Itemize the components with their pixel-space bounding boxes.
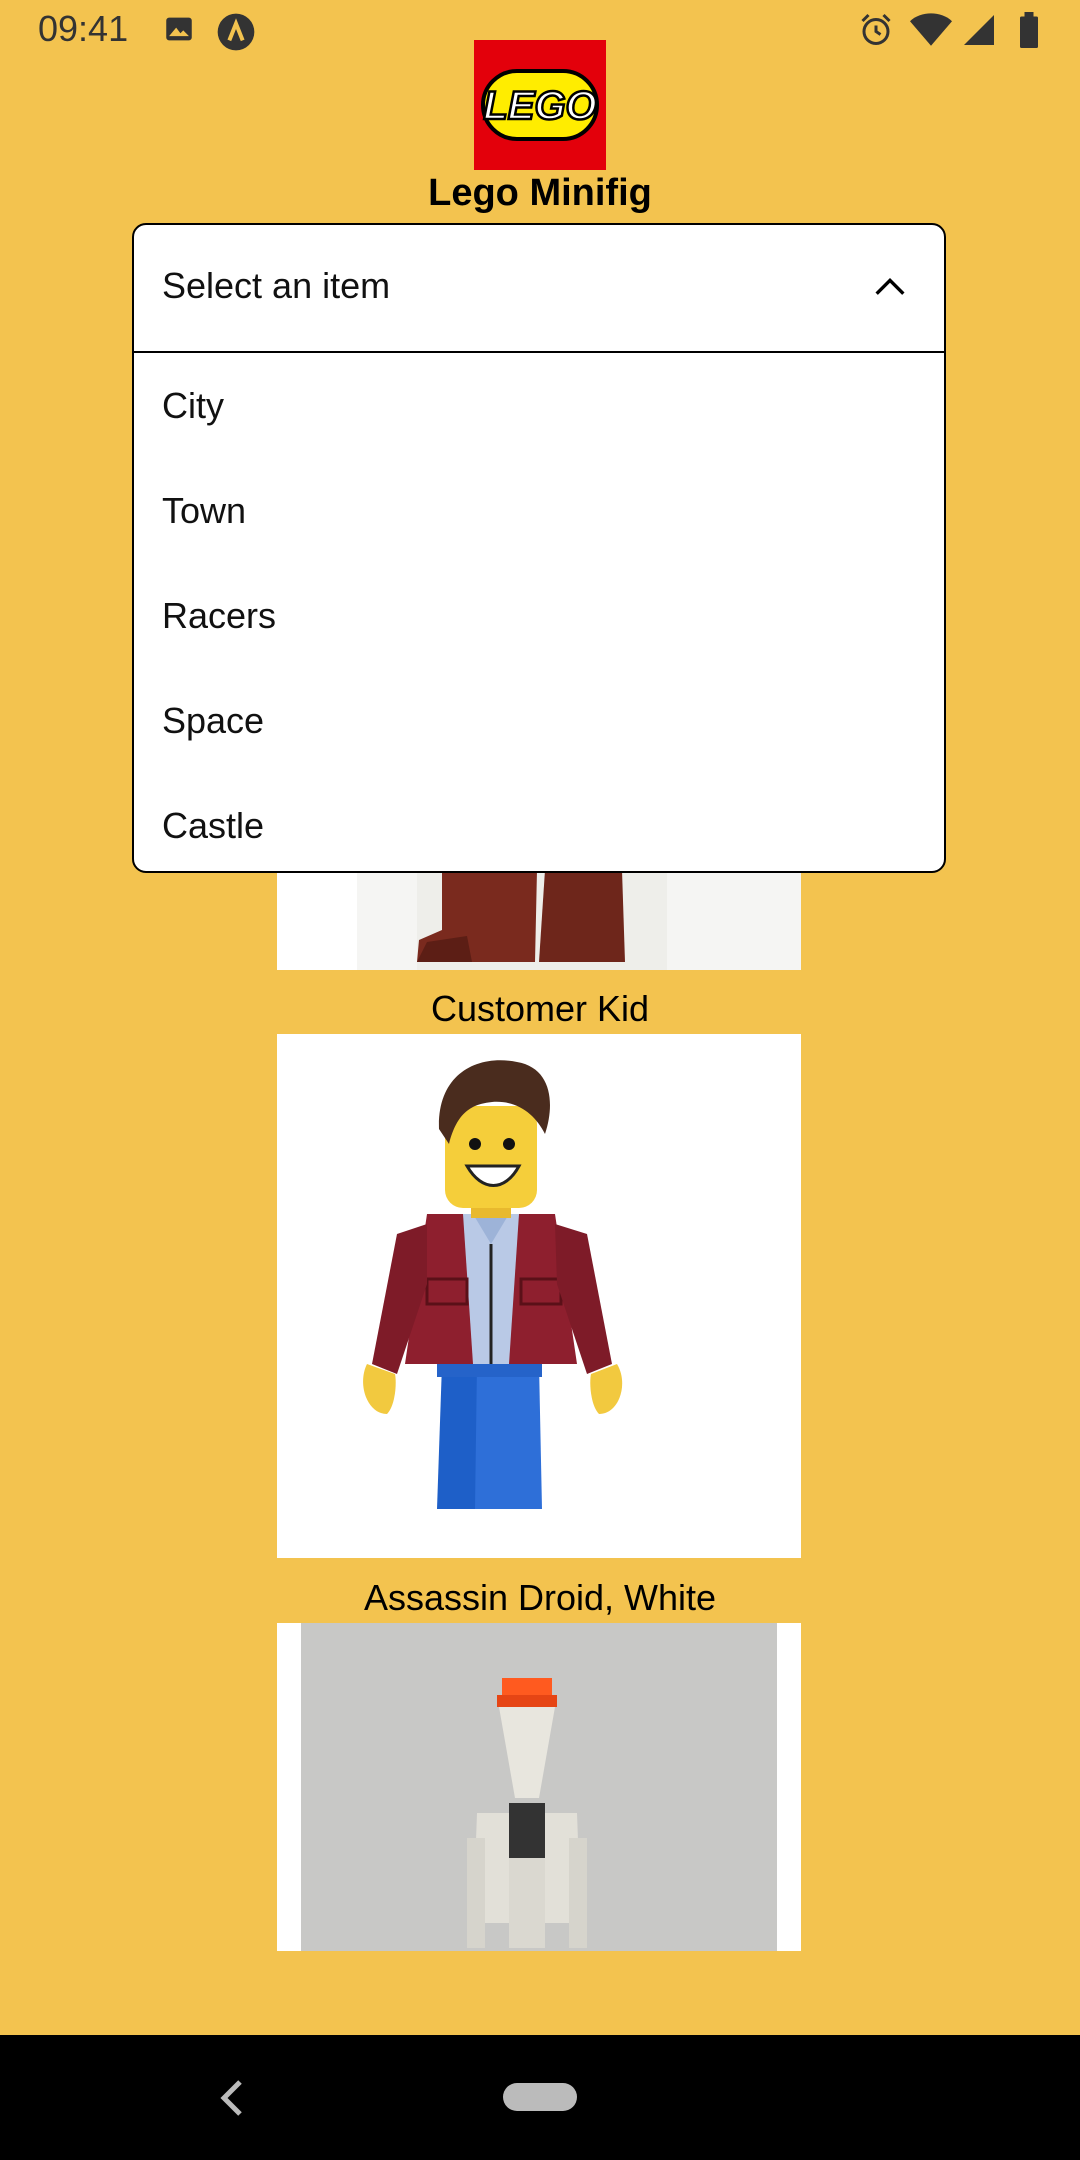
wifi-icon (910, 12, 952, 53)
dropdown-selected-value: Select an item (162, 265, 391, 306)
battery-icon (1018, 12, 1040, 53)
dropdown-option-castle[interactable]: Castle (134, 773, 944, 871)
dropdown-option-space[interactable]: Space (134, 668, 944, 773)
dropdown-option-city[interactable]: City (134, 353, 944, 458)
minifig-image[interactable] (277, 1623, 801, 1951)
item-caption: Customer Kid (430, 988, 650, 1029)
image-icon (162, 12, 196, 51)
lego-logo: LEGO (474, 40, 606, 170)
a-logo-icon (216, 12, 256, 57)
status-time: 09:41 (38, 8, 129, 49)
app-title: Lego Minifig (428, 172, 652, 214)
minifig-image[interactable] (277, 1034, 801, 1558)
signal-icon (960, 12, 998, 53)
dropdown-option-town[interactable]: Town (134, 458, 944, 563)
dropdown-header[interactable]: Select an item (134, 225, 944, 353)
minifig-image (277, 870, 801, 970)
item-caption: Assassin Droid, White (363, 1577, 717, 1618)
category-dropdown[interactable]: Select an item City Town Racers Space Ca… (132, 223, 946, 873)
chevron-up-icon[interactable] (870, 267, 910, 307)
logo-text: LEGO (483, 84, 596, 128)
dropdown-option-racers[interactable]: Racers (134, 563, 944, 668)
navigation-bar (0, 2035, 1080, 2160)
back-icon[interactable] (218, 2078, 248, 2123)
home-pill[interactable] (503, 2083, 577, 2111)
alarm-icon (858, 12, 894, 53)
